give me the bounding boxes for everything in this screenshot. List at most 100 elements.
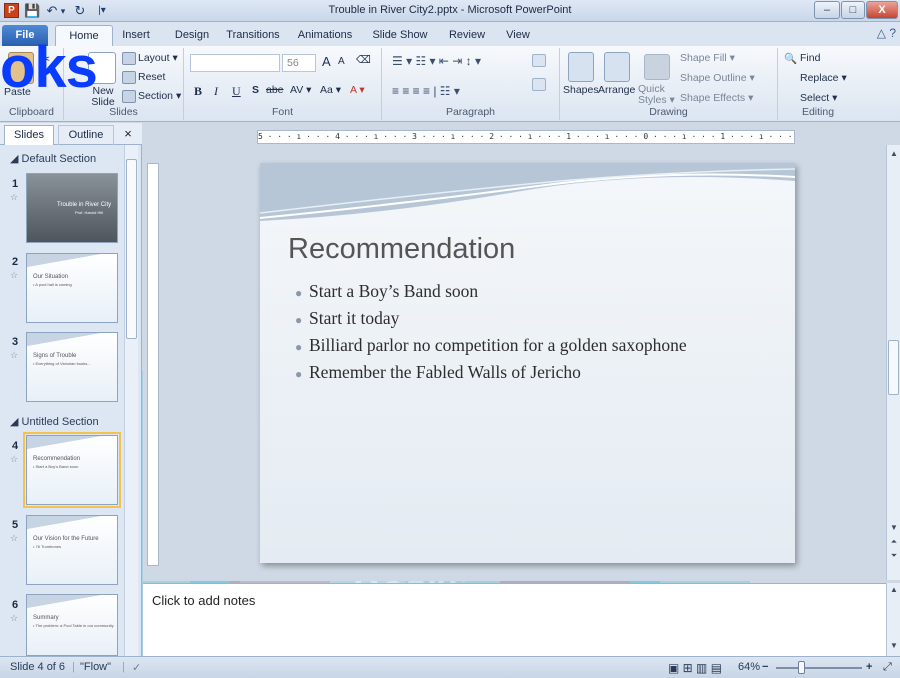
replace-button[interactable]: Replace ▾ [800,72,847,84]
slide-title[interactable]: Recommendation [288,233,515,266]
tab-design[interactable]: Design [170,25,214,46]
minimize-button[interactable]: – [814,1,840,19]
tab-slide-show[interactable]: Slide Show [372,25,428,46]
quick-styles-icon[interactable] [644,54,670,80]
maximize-button[interactable]: □ [841,1,865,19]
editing-group: 🔍 Find Replace ▾ Select ▾ Editing [778,48,858,120]
notes-pane[interactable]: Click to add notes [143,583,886,656]
close-panel-icon[interactable]: × [120,126,136,141]
scroll-down-icon[interactable]: ▼ [887,641,900,650]
tab-slides[interactable]: Slides [4,125,54,145]
window-title: Trouble in River City2.pptx - Microsoft … [328,4,572,16]
text-direction-icon[interactable] [532,54,546,67]
quick-styles-button[interactable]: Quick Styles ▾ [638,84,678,106]
slide-thumbnail-5[interactable]: Our Vision for the Future • 76 Trombones [26,515,118,585]
slide-canvas[interactable]: Recommendation ● Start a Boy’s Band soon … [260,163,795,563]
shrink-font-button[interactable]: A [338,56,345,67]
slide-thumbnail-3[interactable]: Signs of Trouble • Everything of Victori… [26,332,118,402]
notes-placeholder[interactable]: Click to add notes [152,593,255,608]
thumb-subtitle: Prof. Harold Hill [75,210,104,215]
font-name-combo[interactable] [190,54,280,72]
change-case-button[interactable]: Aa ▾ [320,84,341,96]
tab-outline[interactable]: Outline [58,125,114,145]
slide-counter: Slide 4 of 6 [10,661,66,673]
char-spacing-button[interactable]: AV ▾ [290,84,311,96]
fit-to-window-icon[interactable]: ⤢ [883,661,892,674]
slide-thumbnail-4[interactable]: Recommendation • Start a Boy's Band soon [23,432,121,508]
panel-tabs: Slides Outline × [0,123,142,145]
slide-thumbnail-1[interactable]: Trouble in River City Prof. Harold Hill [26,173,118,243]
zoom-level[interactable]: 64% [738,661,760,673]
help-icon[interactable]: △ ? [877,26,896,40]
status-divider: | [72,661,75,673]
slide-bullet-list[interactable]: ● Start a Boy’s Band soon ● Start it today… [295,281,687,389]
reset-button[interactable]: Reset [138,71,165,83]
zoom-slider-knob[interactable] [798,661,805,674]
zoom-slider[interactable] [776,667,862,669]
bullet-text: Remember the Fabled Walls of Jericho [309,362,581,382]
slide-scrollbar[interactable]: ▲ ▼ ⏶ ⏷ [886,145,900,580]
zoom-in-button[interactable]: + [866,661,872,673]
thumb-line: • Start a Boy's Band soon [33,464,79,469]
bullet-item[interactable]: ● Remember the Fabled Walls of Jericho [295,362,687,389]
arrange-icon[interactable] [604,52,630,82]
arrange-button[interactable]: Arrange [598,84,635,96]
clear-format-button[interactable]: ⌫ [356,54,371,66]
slide-scrollbar-thumb[interactable] [888,340,899,395]
bullet-icon: ● [295,286,303,300]
shape-outline-button[interactable]: Shape Outline ▾ [680,72,755,84]
tab-view[interactable]: View [503,25,533,46]
zoom-out-button[interactable]: − [762,661,768,673]
align-text-icon[interactable] [532,78,546,91]
shapes-button[interactable]: Shapes [563,84,599,96]
shape-fill-button[interactable]: Shape Fill ▾ [680,52,735,64]
bold-button[interactable]: B [194,84,202,99]
select-button[interactable]: Select ▾ [800,92,837,104]
section-default[interactable]: ◢ Default Section [10,152,96,165]
shadow-button[interactable]: S [252,84,259,96]
bullet-item[interactable]: ● Start a Boy’s Band soon [295,281,687,308]
strikethrough-button[interactable]: abe [266,84,284,96]
transition-star-icon: ☆ [10,270,19,280]
close-button[interactable]: X [866,1,898,19]
font-size-combo[interactable]: 56 [282,54,316,72]
thumb-number: 6 [12,599,19,611]
shapes-icon[interactable] [568,52,594,82]
layout-button[interactable]: Layout ▾ [138,52,178,64]
slide-thumbnail-2[interactable]: Our Situation • A pool hall is coming [26,253,118,323]
bullet-item[interactable]: ● Start it today [295,308,687,335]
find-button[interactable]: Find [800,52,820,64]
scroll-up-icon[interactable]: ▲ [887,149,900,158]
tab-insert[interactable]: Insert [118,25,154,46]
transition-star-icon: ☆ [10,454,19,464]
thumb-title: Our Situation [33,274,69,280]
tab-animations[interactable]: Animations [296,25,354,46]
thumb-line: • Everything of Victorian books... [33,361,91,366]
notes-scrollbar[interactable]: ▲ ▼ [886,583,900,656]
previous-slide-icon[interactable]: ⏶ [887,537,900,547]
scroll-up-icon[interactable]: ▲ [887,585,900,594]
view-buttons[interactable]: ▣ ⊞ ▥ ▤ [668,661,722,675]
panel-scrollbar[interactable] [124,145,138,656]
font-color-button[interactable]: A ▾ [350,84,365,96]
section-untitled[interactable]: ◢ Untitled Section [10,415,99,428]
transition-star-icon: ☆ [10,350,19,360]
slide-thumbnail-6[interactable]: Summary • The problem: a Pool Table in o… [26,594,118,656]
spell-check-icon[interactable]: ✓ [132,661,141,674]
bullet-item[interactable]: ● Billiard parlor no competition for a go… [295,335,687,362]
vertical-ruler [147,163,159,566]
scroll-down-icon[interactable]: ▼ [887,523,900,532]
theme-name[interactable]: "Flow" [80,661,111,673]
align-icons[interactable]: ≡ ≡ ≡ ≡ | ☷ ▾ [392,84,460,98]
underline-button[interactable]: U [232,84,241,99]
grow-font-button[interactable]: A [322,54,331,69]
bullets-icon[interactable]: ☰ ▾ ☷ ▾ ⇤ ⇥ ↕ ▾ [392,54,481,68]
tab-transitions[interactable]: Transitions [224,25,282,46]
tab-review[interactable]: Review [447,25,487,46]
shape-effects-button[interactable]: Shape Effects ▾ [680,92,753,104]
section-button[interactable]: Section ▾ [138,90,181,102]
italic-button[interactable]: I [214,84,218,99]
next-slide-icon[interactable]: ⏷ [887,551,900,561]
bullet-icon: ● [295,340,303,354]
panel-scrollbar-thumb[interactable] [126,159,137,339]
